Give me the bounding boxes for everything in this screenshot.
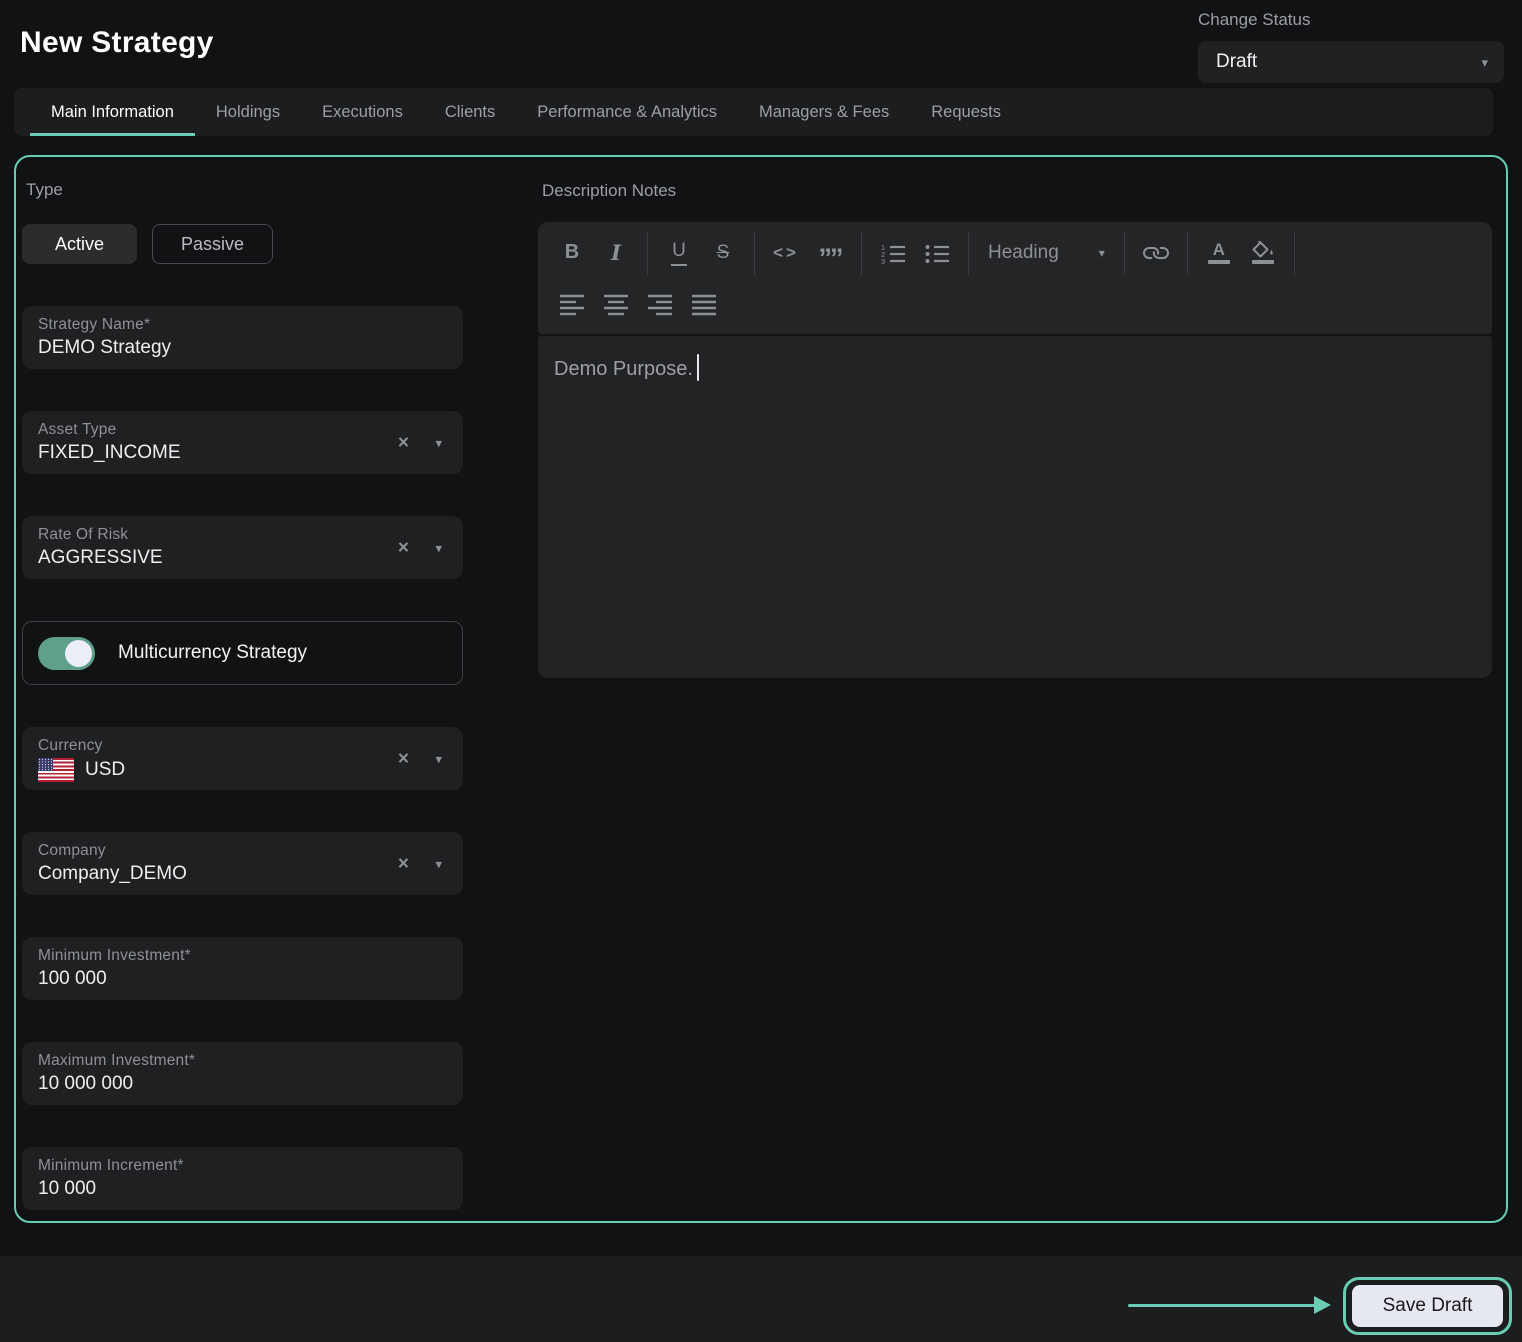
align-right-icon[interactable] <box>638 284 682 324</box>
description-notes-label: Description Notes <box>542 181 1492 201</box>
bold-icon[interactable]: B <box>550 233 594 273</box>
toolbar-divider <box>647 231 648 275</box>
tab-holdings[interactable]: Holdings <box>195 88 301 136</box>
toolbar-divider <box>1294 231 1295 275</box>
field-value: 10 000 <box>38 1178 447 1200</box>
field-value: USD <box>85 759 125 781</box>
tab-bar: Main Information Holdings Executions Cli… <box>14 88 1493 136</box>
field-value: 100 000 <box>38 968 447 990</box>
chevron-down-icon[interactable]: ▾ <box>435 541 442 554</box>
change-status-value: Draft <box>1216 51 1257 73</box>
tab-managers-fees[interactable]: Managers & Fees <box>738 88 910 136</box>
annotation-arrow-head <box>1314 1296 1331 1314</box>
type-label: Type <box>26 180 463 200</box>
strategy-name-field[interactable]: Strategy Name* DEMO Strategy <box>22 306 463 369</box>
align-left-icon[interactable] <box>550 284 594 324</box>
align-justify-icon[interactable] <box>682 284 726 324</box>
field-label: Company <box>38 842 447 860</box>
toggle-label: Multicurrency Strategy <box>118 642 307 664</box>
link-icon[interactable] <box>1134 233 1178 273</box>
change-status-label: Change Status <box>1198 10 1504 30</box>
currency-select[interactable]: Currency USD × ▾ <box>22 727 463 790</box>
toolbar-divider <box>754 231 755 275</box>
page-title: New Strategy <box>20 26 214 60</box>
heading-label: Heading <box>988 242 1059 264</box>
chevron-down-icon: ▾ <box>1099 247 1105 259</box>
tab-requests[interactable]: Requests <box>910 88 1022 136</box>
description-editor: Description Notes B I U S <> ”” 1 2 3 <box>538 157 1492 678</box>
highlight-color-icon[interactable] <box>1241 233 1285 273</box>
toolbar-divider <box>861 231 862 275</box>
field-value: Company_DEMO <box>38 863 447 885</box>
bullet-list-icon[interactable] <box>915 233 959 273</box>
code-icon[interactable]: <> <box>764 233 808 273</box>
svg-text:3: 3 <box>881 257 885 265</box>
field-label: Asset Type <box>38 421 447 439</box>
type-active-button[interactable]: Active <box>22 224 137 264</box>
change-status-group: Change Status Draft ▾ <box>1198 10 1504 83</box>
field-label: Strategy Name* <box>38 316 447 334</box>
rich-text-toolbar: B I U S <> ”” 1 2 3 <box>538 222 1492 334</box>
field-label: Minimum Investment* <box>38 947 447 965</box>
clear-icon[interactable]: × <box>398 749 409 768</box>
field-value: FIXED_INCOME <box>38 442 447 464</box>
blockquote-icon[interactable]: ”” <box>808 233 852 273</box>
strikethrough-icon[interactable]: S <box>701 233 745 273</box>
toggle-knob <box>65 640 92 667</box>
chevron-down-icon[interactable]: ▾ <box>435 857 442 870</box>
text-color-icon[interactable]: A <box>1197 233 1241 273</box>
clear-icon[interactable]: × <box>398 433 409 452</box>
footer-bar <box>0 1256 1522 1342</box>
clear-icon[interactable]: × <box>398 538 409 557</box>
main-information-panel: Type Active Passive Strategy Name* DEMO … <box>14 155 1508 1223</box>
multicurrency-toggle-row[interactable]: Multicurrency Strategy <box>22 621 463 685</box>
chevron-down-icon[interactable]: ▾ <box>435 436 442 449</box>
field-label: Currency <box>38 737 447 755</box>
description-text-area[interactable]: Demo Purpose. <box>538 336 1492 678</box>
field-value: 10 000 000 <box>38 1073 447 1095</box>
minimum-increment-field[interactable]: Minimum Increment* 10 000 <box>22 1147 463 1210</box>
minimum-investment-field[interactable]: Minimum Investment* 100 000 <box>22 937 463 1000</box>
underline-icon[interactable]: U <box>657 233 701 273</box>
field-label: Minimum Increment* <box>38 1157 447 1175</box>
tab-executions[interactable]: Executions <box>301 88 424 136</box>
asset-type-select[interactable]: Asset Type FIXED_INCOME × ▾ <box>22 411 463 474</box>
description-text: Demo Purpose. <box>554 358 693 380</box>
tab-main-information[interactable]: Main Information <box>30 88 195 136</box>
toolbar-divider <box>1187 231 1188 275</box>
rate-of-risk-select[interactable]: Rate Of Risk AGGRESSIVE × ▾ <box>22 516 463 579</box>
chevron-down-icon[interactable]: ▾ <box>435 752 442 765</box>
field-value: AGGRESSIVE <box>38 547 447 569</box>
align-center-icon[interactable] <box>594 284 638 324</box>
italic-icon[interactable]: I <box>594 233 638 273</box>
change-status-dropdown[interactable]: Draft ▾ <box>1198 41 1504 83</box>
toolbar-divider <box>1124 231 1125 275</box>
chevron-down-icon: ▾ <box>1481 56 1488 69</box>
type-passive-button[interactable]: Passive <box>152 224 273 264</box>
heading-dropdown[interactable]: Heading ▾ <box>978 233 1115 273</box>
tab-performance-analytics[interactable]: Performance & Analytics <box>516 88 738 136</box>
field-value: DEMO Strategy <box>38 337 447 359</box>
clear-icon[interactable]: × <box>398 854 409 873</box>
annotation-arrow-line <box>1128 1304 1317 1307</box>
field-label: Rate Of Risk <box>38 526 447 544</box>
company-select[interactable]: Company Company_DEMO × ▾ <box>22 832 463 895</box>
type-segmented-control: Active Passive <box>22 224 463 264</box>
tab-clients[interactable]: Clients <box>424 88 516 136</box>
us-flag-icon <box>38 758 74 782</box>
toolbar-divider <box>968 231 969 275</box>
form-left-column: Type Active Passive Strategy Name* DEMO … <box>22 157 463 1210</box>
save-draft-button[interactable]: Save Draft <box>1352 1285 1503 1327</box>
field-label: Maximum Investment* <box>38 1052 447 1070</box>
text-cursor <box>697 354 700 381</box>
save-draft-highlight-ring: Save Draft <box>1343 1277 1512 1335</box>
ordered-list-icon[interactable]: 1 2 3 <box>871 233 915 273</box>
maximum-investment-field[interactable]: Maximum Investment* 10 000 000 <box>22 1042 463 1105</box>
toggle-switch-on[interactable] <box>38 637 95 670</box>
